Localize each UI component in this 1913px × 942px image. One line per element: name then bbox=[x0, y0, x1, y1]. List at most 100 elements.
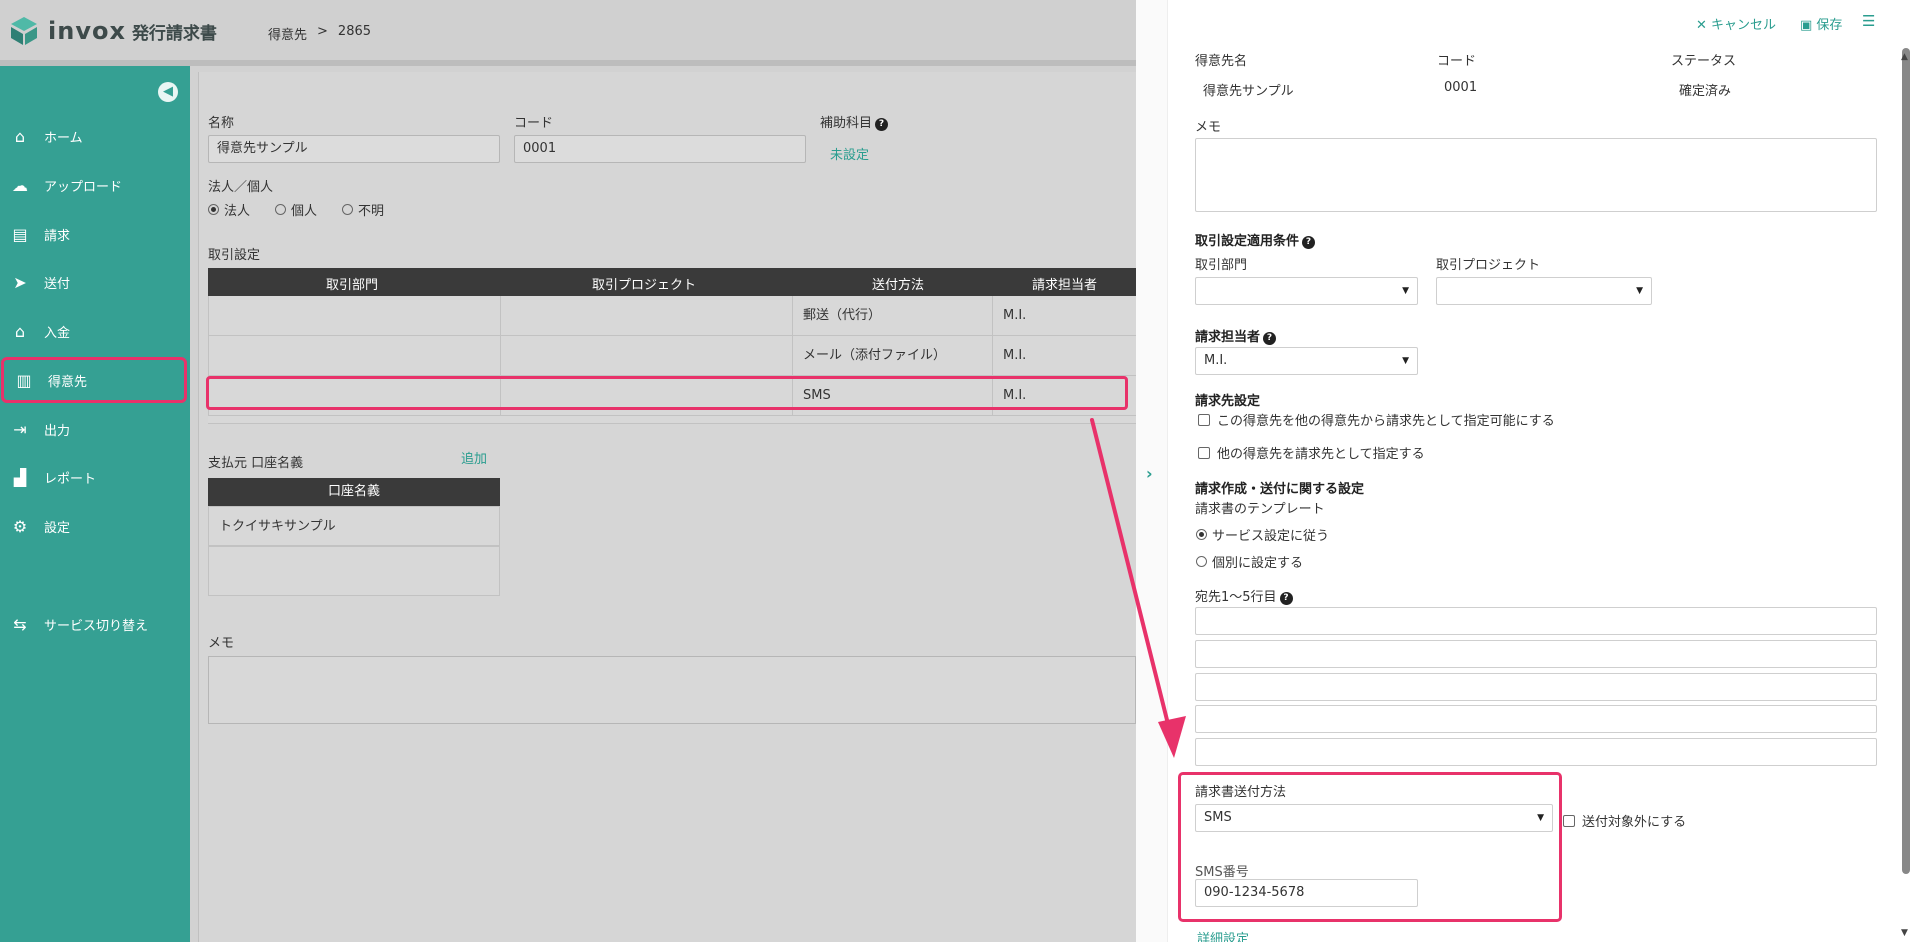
template-radio-custom[interactable]: 個別に設定する bbox=[1196, 552, 1303, 571]
cell-method: メール（添付ファイル） bbox=[792, 336, 992, 376]
breadcrumb-separator: > bbox=[317, 24, 328, 39]
exclude-checkbox[interactable]: 送付対象外にする bbox=[1563, 811, 1686, 830]
table-row[interactable]: 郵送（代行） M.I. bbox=[208, 296, 1136, 336]
building-icon: ▥ bbox=[16, 370, 32, 390]
sidebar-item-bank[interactable]: ⌂ 入金 bbox=[0, 311, 190, 351]
billing-dest-option-2[interactable]: 他の得意先を請求先として指定する bbox=[1198, 443, 1425, 462]
paper-plane-icon: ➤ bbox=[13, 272, 27, 292]
cell-person: M.I. bbox=[992, 336, 1136, 376]
payer-label: 支払元 口座名義 bbox=[208, 456, 304, 471]
sidebar-item-bar-chart[interactable]: ▟ レポート bbox=[0, 457, 190, 497]
table-row[interactable]: メール（添付ファイル） M.I. bbox=[208, 336, 1136, 376]
entity-radio-corporate[interactable]: 法人 bbox=[208, 200, 250, 219]
address-label: 宛先1〜5行目? bbox=[1195, 586, 1293, 605]
radio-icon bbox=[342, 204, 353, 215]
col-dept: 取引部門 bbox=[326, 278, 379, 293]
col-project: 取引プロジェクト bbox=[592, 278, 697, 293]
sidebar-item-switch[interactable]: ⇆ サービス切り替え bbox=[0, 604, 190, 644]
help-icon[interactable]: ? bbox=[875, 118, 889, 131]
trade-table-header: 取引部門 取引プロジェクト 送付方法 請求担当者 bbox=[208, 268, 1136, 296]
sidebar-item-home[interactable]: ⌂ ホーム bbox=[0, 116, 190, 156]
address-line-1[interactable] bbox=[1195, 607, 1877, 635]
project-label: 取引プロジェクト bbox=[1436, 258, 1541, 273]
customer-name-label: 得意先名 bbox=[1195, 54, 1248, 69]
document-icon: ▤ bbox=[12, 224, 28, 244]
home-icon: ⌂ bbox=[14, 126, 26, 146]
template-radio-service[interactable]: サービス設定に従う bbox=[1196, 525, 1329, 544]
dept-select[interactable]: ▼ bbox=[1195, 277, 1418, 305]
entity-label: 法人／個人 bbox=[208, 180, 274, 195]
account-row[interactable] bbox=[208, 546, 500, 596]
breadcrumb: 得意先 > 2865 bbox=[268, 24, 371, 43]
billing-dest-label: 請求先設定 bbox=[1195, 394, 1261, 409]
col-person: 請求担当者 bbox=[1032, 278, 1098, 293]
sidebar-item-label: ホーム bbox=[44, 130, 83, 146]
radio-icon bbox=[275, 204, 286, 215]
caret-down-icon: ▼ bbox=[1636, 286, 1643, 296]
switch-icon: ⇆ bbox=[13, 614, 27, 634]
cell-dept bbox=[208, 336, 500, 376]
sub-account-link[interactable]: 未設定 bbox=[830, 144, 869, 163]
sidebar-item-document[interactable]: ▤ 請求 bbox=[0, 214, 190, 254]
help-icon[interactable]: ? bbox=[1263, 332, 1277, 345]
address-line-2[interactable] bbox=[1195, 640, 1877, 668]
logo-word: invox bbox=[48, 17, 126, 45]
person-select[interactable]: M.I. ▼ bbox=[1195, 347, 1418, 375]
memo-label: メモ bbox=[208, 636, 235, 651]
name-field[interactable]: 得意先サンプル bbox=[208, 135, 500, 163]
sidebar-item-paper-plane[interactable]: ➤ 送付 bbox=[0, 262, 190, 302]
project-select[interactable]: ▼ bbox=[1436, 277, 1652, 305]
entity-radio-individual[interactable]: 個人 bbox=[275, 200, 317, 219]
status-label: ステータス bbox=[1671, 54, 1737, 69]
sidebar-item-export[interactable]: ⇥ 出力 bbox=[0, 409, 190, 449]
account-table-header: 口座名義 bbox=[208, 478, 500, 506]
top-bar: invox 発行請求書 得意先 > 2865 bbox=[0, 0, 1136, 66]
collapse-sidebar-icon[interactable]: ◀ bbox=[158, 82, 178, 102]
customer-name-value: 得意先サンプル bbox=[1203, 84, 1294, 99]
save-icon: ▣ bbox=[1800, 18, 1817, 33]
entity-radio-unknown[interactable]: 不明 bbox=[342, 200, 384, 219]
code-field[interactable]: 0001 bbox=[514, 135, 806, 163]
address-line-4[interactable] bbox=[1195, 705, 1877, 733]
address-line-5[interactable] bbox=[1195, 738, 1877, 766]
scroll-down-icon[interactable]: ▼ bbox=[1901, 928, 1908, 938]
memo-field[interactable] bbox=[208, 656, 1136, 724]
code-label: コード bbox=[514, 116, 554, 131]
sidebar-item-label: 設定 bbox=[44, 520, 71, 536]
help-icon[interactable]: ? bbox=[1279, 592, 1293, 605]
billing-dest-option-1[interactable]: この得意先を他の得意先から請求先として指定可能にする bbox=[1198, 410, 1555, 429]
address-line-3[interactable] bbox=[1195, 673, 1877, 701]
sidebar-item-label: サービス切り替え bbox=[44, 618, 149, 634]
panel-scrollbar[interactable] bbox=[1902, 48, 1910, 874]
breadcrumb-id: 2865 bbox=[337, 24, 372, 39]
detail-settings-link[interactable]: 詳細設定 bbox=[1197, 928, 1249, 942]
save-button[interactable]: ▣ 保存 bbox=[1800, 14, 1842, 33]
sidebar-item-label: アップロード bbox=[44, 179, 123, 195]
scroll-up-icon[interactable]: ▲ bbox=[1901, 52, 1908, 62]
radio-checked-icon bbox=[208, 204, 219, 215]
annotation-arrow bbox=[1090, 418, 1186, 758]
panel-code-label: コード bbox=[1437, 54, 1477, 69]
checkbox-icon bbox=[1563, 814, 1575, 827]
send-method-highlight bbox=[1178, 772, 1562, 922]
sidebar-item-label: 得意先 bbox=[48, 374, 88, 390]
radio-icon bbox=[1196, 556, 1207, 567]
account-row[interactable]: トクイサキサンプル bbox=[208, 506, 500, 546]
panel-memo-label: メモ bbox=[1195, 120, 1222, 135]
creation-settings-label: 請求作成・送付に関する設定 bbox=[1195, 482, 1365, 497]
person-label: 請求担当者? bbox=[1195, 326, 1277, 345]
bank-icon: ⌂ bbox=[14, 321, 26, 341]
help-icon[interactable]: ? bbox=[1302, 236, 1316, 249]
sidebar-item-cloud-upload[interactable]: ☁ アップロード bbox=[0, 165, 190, 205]
sidebar-item-label: 入金 bbox=[44, 325, 71, 341]
app-logo[interactable]: invox 発行請求書 bbox=[10, 16, 217, 46]
template-label: 請求書のテンプレート bbox=[1195, 502, 1325, 517]
menu-icon[interactable]: ☰ bbox=[1862, 12, 1875, 30]
cancel-button[interactable]: ✕ キャンセル bbox=[1696, 14, 1776, 33]
sidebar-item-gear[interactable]: ⚙ 設定 bbox=[0, 506, 190, 546]
cell-person: M.I. bbox=[992, 296, 1136, 336]
panel-memo-field[interactable] bbox=[1195, 138, 1877, 212]
sidebar-item-building[interactable]: ▥ 得意先 bbox=[1, 357, 187, 403]
breadcrumb-section[interactable]: 得意先 bbox=[268, 24, 307, 43]
add-account-link[interactable]: 追加 bbox=[461, 448, 487, 467]
